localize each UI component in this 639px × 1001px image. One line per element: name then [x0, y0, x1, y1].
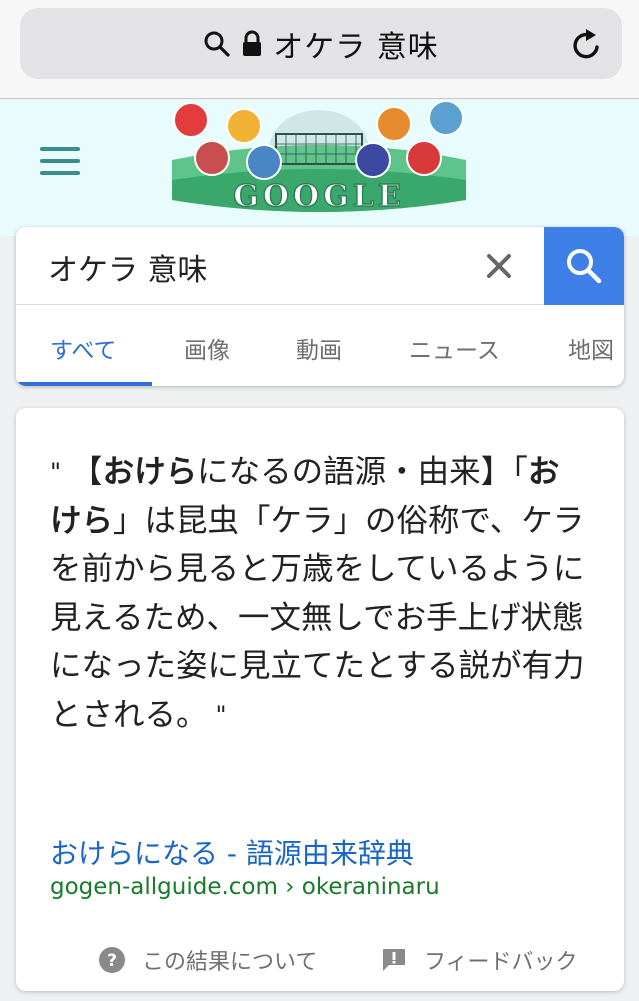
google-doodle-logo[interactable]: GOOGLE	[166, 100, 472, 218]
about-result-label: この結果について	[142, 950, 318, 975]
snippet-footer: ? この結果について フィードバック	[16, 938, 624, 978]
tab-images[interactable]: 画像	[184, 331, 230, 365]
tab-news[interactable]: ニュース	[409, 331, 500, 365]
address-bar-text: オケラ 意味	[273, 29, 439, 65]
hamburger-icon[interactable]	[40, 147, 80, 175]
svg-text:?: ?	[107, 951, 117, 971]
tab-maps[interactable]: 地図	[568, 331, 614, 365]
feedback-label: フィードバック	[424, 950, 578, 975]
source-title-link[interactable]: おけらになる - 語源由来辞典	[50, 832, 414, 872]
tab-all[interactable]: すべて	[50, 331, 116, 365]
feedback-button[interactable]: フィードバック	[380, 944, 578, 976]
feedback-icon	[383, 949, 405, 971]
search-icon	[567, 249, 602, 284]
search-button[interactable]	[544, 227, 624, 305]
google-header: GOOGLE	[0, 100, 639, 236]
about-result-button[interactable]: ? この結果について	[98, 944, 317, 976]
help-icon: ?	[99, 947, 125, 973]
close-icon[interactable]	[482, 249, 516, 283]
search-tabs: すべて 画像 動画 ニュース 地図	[16, 305, 624, 386]
lock-icon	[243, 30, 262, 56]
search-box-card: オケラ 意味 すべて 画像 動画 ニュース 地図	[16, 227, 624, 386]
active-tab-indicator	[16, 382, 152, 386]
reload-icon[interactable]	[570, 28, 604, 62]
address-bar[interactable]: オケラ 意味	[20, 8, 622, 79]
search-input[interactable]: オケラ 意味	[48, 245, 208, 289]
source-url[interactable]: gogen-allguide.com › okeraninaru	[50, 874, 440, 900]
tab-videos[interactable]: 動画	[296, 331, 342, 365]
doodle-text: GOOGLE	[233, 179, 404, 214]
snippet-quote: " 【おけらになるの語源・由来】「おけら」は昆虫「ケラ」の俗称で、ケラを前から見る…	[50, 454, 585, 733]
search-row: オケラ 意味	[16, 227, 624, 305]
browser-toolbar: オケラ 意味	[0, 0, 639, 99]
search-icon	[204, 31, 230, 57]
featured-snippet-card: " 【おけらになるの語源・由来】「おけら」は昆虫「ケラ」の俗称で、ケラを前から見る…	[16, 408, 624, 991]
